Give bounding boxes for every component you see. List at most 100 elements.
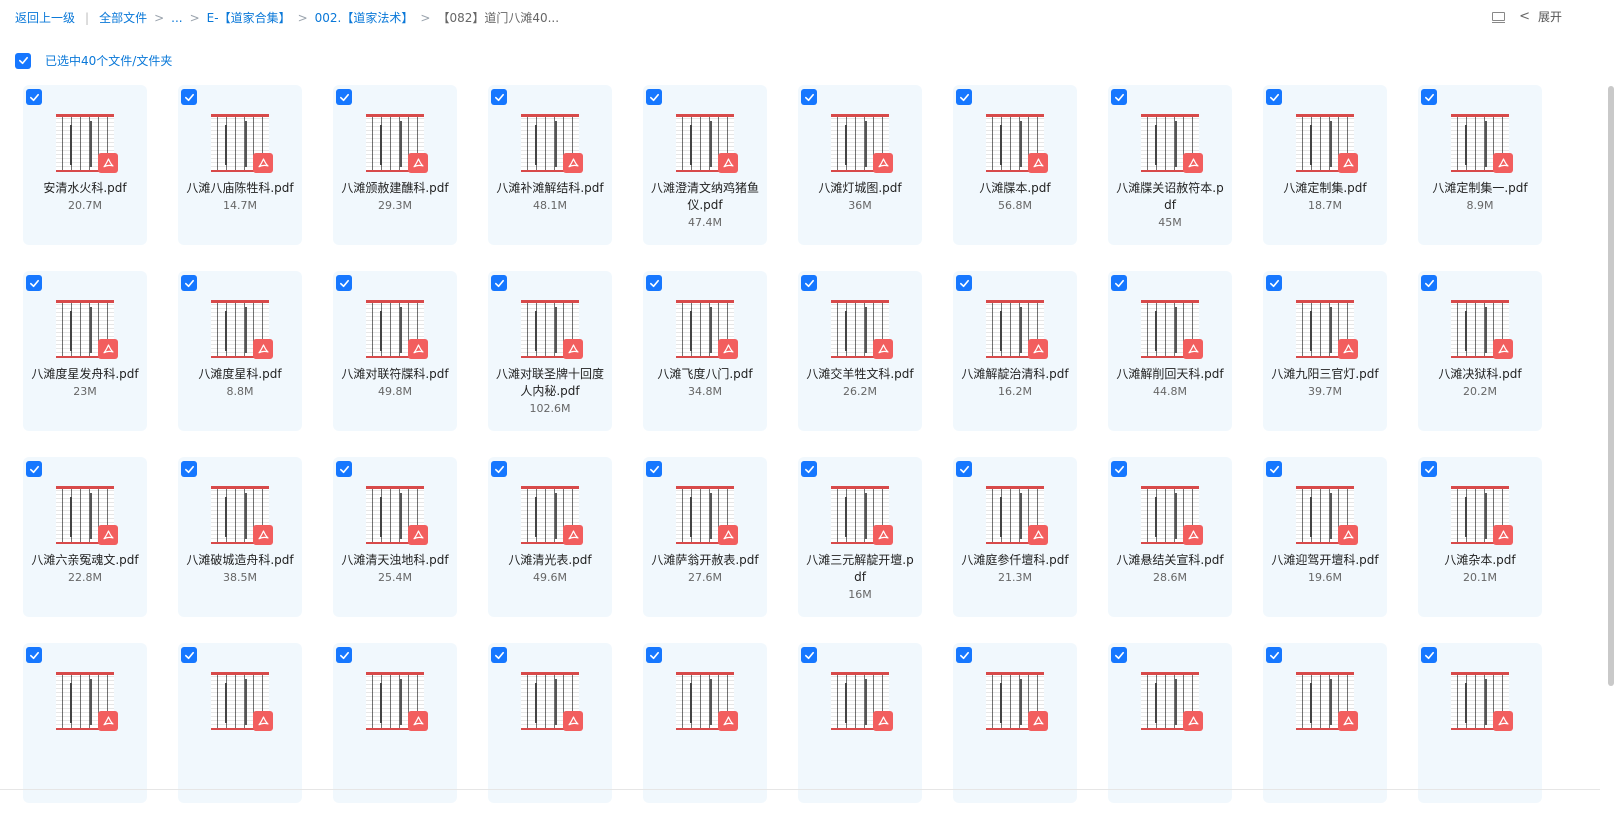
file-thumbnail[interactable] [521, 300, 583, 359]
file-checkbox[interactable] [1421, 647, 1437, 663]
file-card-29[interactable]: 八滩迎驾开壇科.pdf 19.6M [1263, 457, 1387, 617]
file-thumbnail[interactable] [211, 114, 273, 173]
file-thumbnail[interactable] [1451, 672, 1513, 731]
file-card-32[interactable] [178, 643, 302, 803]
file-thumbnail[interactable] [1141, 114, 1203, 173]
file-checkbox[interactable] [1111, 275, 1127, 291]
file-checkbox[interactable] [801, 461, 817, 477]
file-checkbox[interactable] [956, 275, 972, 291]
file-checkbox[interactable] [1421, 275, 1437, 291]
file-thumbnail[interactable] [831, 114, 893, 173]
file-thumbnail[interactable] [366, 672, 428, 731]
file-checkbox[interactable] [181, 461, 197, 477]
file-card-12[interactable]: 八滩度星科.pdf 8.8M [178, 271, 302, 431]
file-thumbnail[interactable] [521, 672, 583, 731]
file-thumbnail[interactable] [986, 300, 1048, 359]
file-thumbnail[interactable] [831, 486, 893, 545]
file-checkbox[interactable] [1421, 461, 1437, 477]
file-checkbox[interactable] [491, 89, 507, 105]
file-card-21[interactable]: 八滩六亲冤魂文.pdf 22.8M [23, 457, 147, 617]
select-all-checkbox[interactable] [15, 52, 31, 69]
file-thumbnail[interactable] [211, 672, 273, 731]
file-thumbnail[interactable] [1141, 486, 1203, 545]
file-card-8[interactable]: 八滩牒关诏赦符本.pdf 45M [1108, 85, 1232, 245]
file-checkbox[interactable] [336, 461, 352, 477]
file-checkbox[interactable] [646, 275, 662, 291]
file-thumbnail[interactable] [1296, 114, 1358, 173]
file-card-17[interactable]: 八滩解靛治清科.pdf 16.2M [953, 271, 1077, 431]
file-checkbox[interactable] [336, 89, 352, 105]
file-card-3[interactable]: 八滩颁赦建醮科.pdf 29.3M [333, 85, 457, 245]
file-checkbox[interactable] [956, 89, 972, 105]
back-link[interactable]: 返回上一级 [15, 9, 75, 26]
file-checkbox[interactable] [1111, 461, 1127, 477]
file-card-4[interactable]: 八滩补滩解结科.pdf 48.1M [488, 85, 612, 245]
file-thumbnail[interactable] [1451, 300, 1513, 359]
file-checkbox[interactable] [956, 647, 972, 663]
file-card-27[interactable]: 八滩庭参仟壇科.pdf 21.3M [953, 457, 1077, 617]
file-thumbnail[interactable] [676, 114, 738, 173]
file-checkbox[interactable] [26, 275, 42, 291]
crumb-ellipsis[interactable]: ... [171, 11, 182, 25]
file-card-14[interactable]: 八滩对联圣牌十回度人内秘.pdf 102.6M [488, 271, 612, 431]
file-card-25[interactable]: 八滩萨翁开赦表.pdf 27.6M [643, 457, 767, 617]
file-checkbox[interactable] [646, 89, 662, 105]
file-thumbnail[interactable] [1451, 486, 1513, 545]
list-view-icon[interactable] [1491, 10, 1506, 24]
file-thumbnail[interactable] [521, 486, 583, 545]
file-card-38[interactable] [1108, 643, 1232, 803]
file-thumbnail[interactable] [676, 486, 738, 545]
file-checkbox[interactable] [26, 461, 42, 477]
file-thumbnail[interactable] [56, 486, 118, 545]
file-card-40[interactable] [1418, 643, 1542, 803]
file-checkbox[interactable] [181, 89, 197, 105]
file-checkbox[interactable] [491, 647, 507, 663]
file-checkbox[interactable] [801, 275, 817, 291]
file-thumbnail[interactable] [986, 672, 1048, 731]
file-checkbox[interactable] [336, 647, 352, 663]
file-checkbox[interactable] [1111, 89, 1127, 105]
file-card-18[interactable]: 八滩解削回天科.pdf 44.8M [1108, 271, 1232, 431]
file-thumbnail[interactable] [211, 486, 273, 545]
file-card-2[interactable]: 八滩八庙陈牲科.pdf 14.7M [178, 85, 302, 245]
file-thumbnail[interactable] [676, 672, 738, 731]
file-card-26[interactable]: 八滩三元解靛开壇.pdf 16M [798, 457, 922, 617]
file-card-19[interactable]: 八滩九阳三官灯.pdf 39.7M [1263, 271, 1387, 431]
file-thumbnail[interactable] [56, 114, 118, 173]
file-checkbox[interactable] [26, 89, 42, 105]
file-card-35[interactable] [643, 643, 767, 803]
file-card-6[interactable]: 八滩灯城图.pdf 36M [798, 85, 922, 245]
file-card-20[interactable]: 八滩决狱科.pdf 20.2M [1418, 271, 1542, 431]
file-thumbnail[interactable] [676, 300, 738, 359]
file-checkbox[interactable] [801, 647, 817, 663]
file-checkbox[interactable] [956, 461, 972, 477]
crumb-all-files[interactable]: 全部文件 [99, 9, 147, 26]
file-thumbnail[interactable] [1296, 486, 1358, 545]
file-checkbox[interactable] [491, 275, 507, 291]
file-thumbnail[interactable] [986, 114, 1048, 173]
file-card-7[interactable]: 八滩牒本.pdf 56.8M [953, 85, 1077, 245]
file-checkbox[interactable] [1421, 89, 1437, 105]
file-thumbnail[interactable] [366, 114, 428, 173]
crumb-daojia-heji[interactable]: E-【道家合集】 [207, 9, 291, 26]
file-checkbox[interactable] [646, 461, 662, 477]
crumb-daojia-fashu[interactable]: 002.【道家法术】 [315, 9, 414, 26]
file-thumbnail[interactable] [366, 300, 428, 359]
file-card-39[interactable] [1263, 643, 1387, 803]
file-card-9[interactable]: 八滩定制集.pdf 18.7M [1263, 85, 1387, 245]
file-thumbnail[interactable] [986, 486, 1048, 545]
file-checkbox[interactable] [1266, 275, 1282, 291]
file-checkbox[interactable] [181, 275, 197, 291]
file-card-1[interactable]: 安清水火科.pdf 20.7M [23, 85, 147, 245]
file-checkbox[interactable] [181, 647, 197, 663]
file-checkbox[interactable] [491, 461, 507, 477]
file-checkbox[interactable] [1266, 89, 1282, 105]
file-checkbox[interactable] [801, 89, 817, 105]
file-card-31[interactable] [23, 643, 147, 803]
file-checkbox[interactable] [26, 647, 42, 663]
file-thumbnail[interactable] [831, 300, 893, 359]
file-thumbnail[interactable] [1141, 672, 1203, 731]
file-checkbox[interactable] [1266, 647, 1282, 663]
file-card-16[interactable]: 八滩交羊牲文科.pdf 26.2M [798, 271, 922, 431]
file-card-28[interactable]: 八滩悬结关宣科.pdf 28.6M [1108, 457, 1232, 617]
